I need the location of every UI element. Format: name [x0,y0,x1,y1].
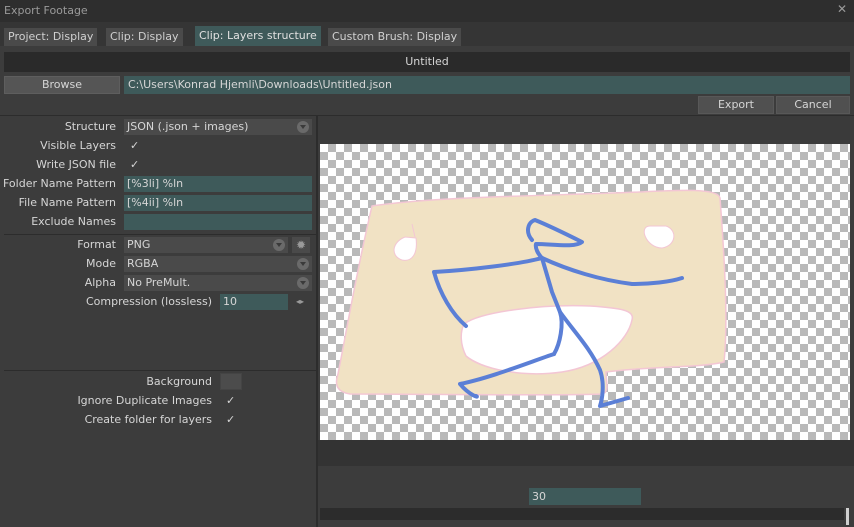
chevron-down-icon [297,258,309,270]
compression-label: Compression (lossless) [86,295,212,308]
ignore-duplicates-label: Ignore Duplicate Images [77,394,212,407]
window-title: Export Footage [4,4,88,17]
create-folder-checkbox[interactable]: ✓ [226,414,238,426]
file-name-input[interactable]: [%4ii] %ln [124,195,312,211]
alpha-value: No PreMult. [127,276,191,289]
format-label: Format [77,238,116,251]
divider [4,370,316,371]
mode-value: RGBA [127,257,159,270]
browse-button[interactable]: Browse [4,76,120,94]
sketch-image [335,189,727,408]
file-name-label: File Name Pattern [18,196,116,209]
cancel-button[interactable]: Cancel [776,96,850,114]
mode-select[interactable]: RGBA [124,256,312,272]
scrollbar-thumb[interactable] [846,508,849,525]
structure-label: Structure [64,120,116,133]
background-label: Background [146,375,212,388]
write-json-label: Write JSON file [36,158,116,171]
mode-label: Mode [86,257,116,270]
visible-layers-checkbox[interactable]: ✓ [130,140,142,152]
create-folder-label: Create folder for layers [84,413,212,426]
alpha-label: Alpha [84,276,116,289]
tab-custom-brush-display[interactable]: Custom Brush: Display [328,28,462,46]
file-name-display: Untitled [4,52,850,72]
preview-toolbar [318,116,850,140]
export-button[interactable]: Export [698,96,774,114]
compression-input[interactable]: 10 [220,294,288,310]
timeline-scrollbar[interactable] [320,508,844,520]
tab-bar: Project: Display Clip: Display Clip: Lay… [0,22,854,46]
visible-layers-label: Visible Layers [40,139,116,152]
structure-select[interactable]: JSON (.json + images) [124,119,312,135]
format-settings-gear-icon[interactable]: ✹ [292,237,310,253]
folder-name-label: Folder Name Pattern [2,177,116,190]
path-input[interactable]: C:\Users\Konrad Hjemli\Downloads\Untitle… [124,76,850,94]
close-icon[interactable]: ✕ [837,3,849,15]
format-value: PNG [127,238,151,251]
title-bar: Export Footage ✕ [0,0,854,22]
frame-number-input[interactable]: 30 [529,488,641,505]
chevron-down-icon [273,239,285,251]
write-json-checkbox[interactable]: ✓ [130,159,142,171]
preview-canvas [320,144,850,440]
folder-name-input[interactable]: [%3li] %ln [124,176,312,192]
tab-clip-layers-structure[interactable]: Clip: Layers structure [195,26,321,46]
exclude-names-label: Exclude Names [31,215,116,228]
exclude-names-input[interactable] [124,214,312,230]
tab-project-display[interactable]: Project: Display [4,28,98,46]
structure-value: JSON (.json + images) [127,120,249,133]
settings-panel: Structure JSON (.json + images) Visible … [0,116,316,527]
stepper-arrows-icon[interactable]: ◂▸ [296,296,310,308]
tab-clip-display[interactable]: Clip: Display [106,28,183,46]
format-select[interactable]: PNG [124,237,288,253]
ignore-duplicates-checkbox[interactable]: ✓ [226,395,238,407]
background-color-swatch[interactable] [220,373,242,390]
chevron-down-icon [297,121,309,133]
divider [4,234,316,235]
alpha-select[interactable]: No PreMult. [124,275,312,291]
preview-footer [318,440,854,466]
chevron-down-icon [297,277,309,289]
